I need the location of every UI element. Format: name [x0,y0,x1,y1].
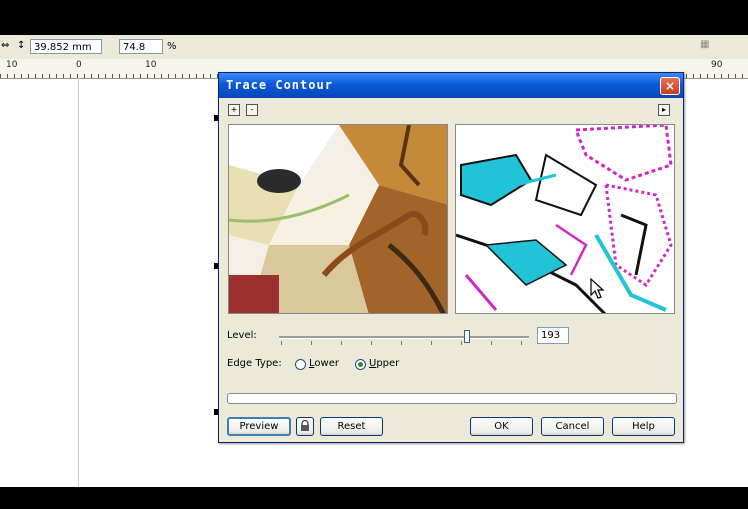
slider-tick [311,341,312,345]
scale-unit: % [167,41,177,52]
slider-tick [491,341,492,345]
preview-button[interactable]: Preview [227,417,291,436]
toolbar-lock-icon[interactable]: ▦ [700,39,709,50]
zoom-out-icon[interactable]: - [246,104,258,116]
slider-tick [341,341,342,345]
progress-bar [227,393,677,404]
video-letterbox-bottom [0,487,748,509]
height-icon: ↕ [17,40,26,51]
help-button[interactable]: Help [612,417,675,436]
object-height-field[interactable]: 39.852 mm [30,39,102,54]
ruler-label: 10 [145,60,157,70]
level-value-field[interactable]: 193 [537,327,569,344]
ruler-label: 10 [6,60,18,70]
lock-icon [301,419,309,431]
original-image [229,125,447,313]
traced-result-image [456,125,674,313]
level-label: Level: [227,330,257,341]
width-icon: ⇔ [1,40,10,51]
scale-field[interactable]: 74.8 [119,39,163,54]
traced-result-preview [455,124,675,314]
trace-contour-dialog: Trace Contour × + - ▸ Level: 193 Edge Ty… [218,72,684,443]
level-slider-track[interactable] [279,336,529,339]
slider-tick [521,341,522,345]
reset-button[interactable]: Reset [320,417,383,436]
lock-button[interactable] [296,417,314,436]
zoom-in-icon[interactable]: + [228,104,240,116]
dialog-titlebar[interactable]: Trace Contour × [219,73,683,98]
edge-upper-label[interactable]: Upper [369,358,399,369]
video-letterbox-top [0,0,748,35]
level-slider-thumb[interactable] [464,330,470,343]
page-border-guide [78,78,79,487]
close-button[interactable]: × [660,77,680,95]
slider-tick [431,341,432,345]
edge-lower-radio[interactable] [295,359,306,370]
original-image-preview [228,124,448,314]
expand-preview-icon[interactable]: ▸ [658,104,670,116]
slider-tick [371,341,372,345]
edge-lower-label[interactable]: Lower [309,358,339,369]
slider-tick [401,341,402,345]
ruler-label: 90 [711,60,723,70]
cancel-button[interactable]: Cancel [541,417,604,436]
edge-upper-radio[interactable] [355,359,366,370]
dialog-title: Trace Contour [226,78,333,92]
mouse-cursor-icon [590,278,605,299]
ok-button[interactable]: OK [470,417,533,436]
ruler-label: 0 [76,60,82,70]
application-window: ⇔ ↕ 39.852 mm 74.8 % ▦ 10 0 10 90 Trace … [0,35,748,487]
slider-tick [281,341,282,345]
edge-type-label: Edge Type: [227,358,282,369]
property-bar: ⇔ ↕ 39.852 mm 74.8 % ▦ [0,35,748,60]
slider-tick [461,341,462,345]
